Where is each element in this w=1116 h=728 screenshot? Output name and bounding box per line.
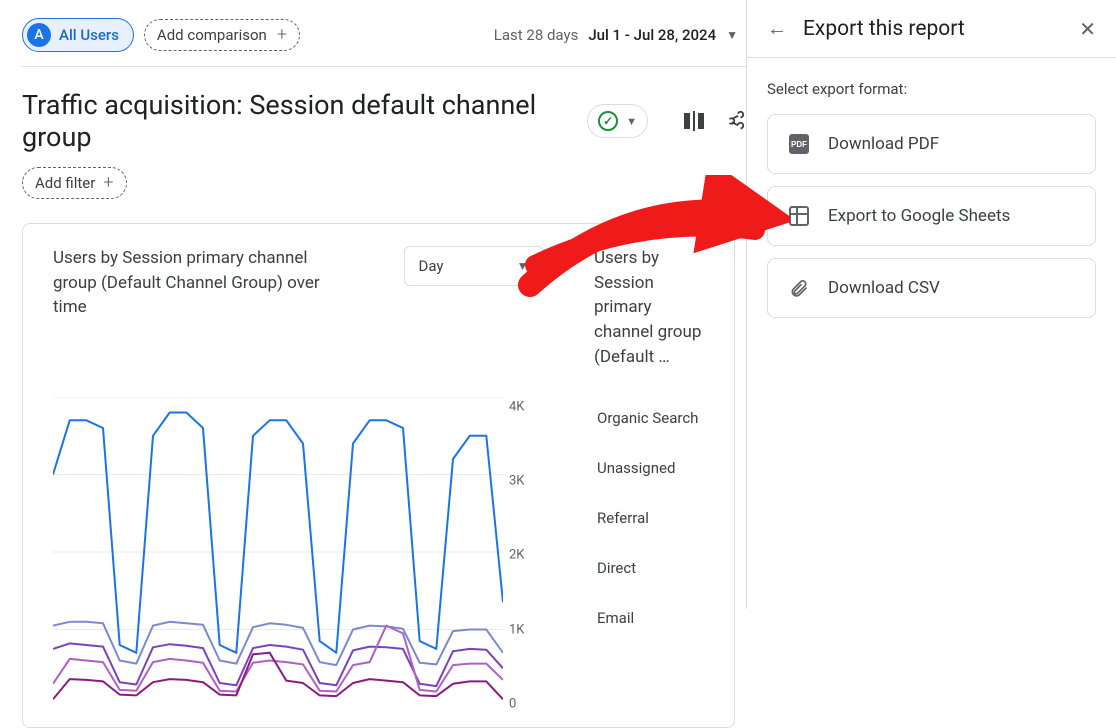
legend-item[interactable]: Direct (597, 559, 714, 577)
legend-item[interactable]: Email (597, 609, 714, 627)
panel-title: Export this report (803, 17, 1063, 41)
y-tick: 4K (509, 399, 524, 414)
report-title-row: Traffic acquisition: Session default cha… (22, 89, 746, 153)
back-arrow-icon[interactable]: ← (767, 16, 787, 41)
report-status-pill[interactable]: ✓ ▼ (587, 104, 648, 138)
top-toolbar: A All Users Add comparison + Last 28 day… (22, 18, 746, 67)
y-tick: 2K (509, 548, 524, 563)
export-option-sheets[interactable]: Export to Google Sheets (767, 186, 1096, 246)
date-range-picker[interactable]: Last 28 days Jul 1 - Jul 28, 2024 ▼ (494, 26, 738, 44)
export-option-label: Download CSV (828, 278, 940, 298)
export-option-label: Export to Google Sheets (828, 206, 1010, 226)
line-chart (53, 397, 503, 707)
add-comparison-label: Add comparison (157, 26, 267, 44)
chart-title-right: Users by Session primary channel group (… (594, 246, 714, 369)
dropdown-value: Day (419, 257, 444, 275)
granularity-dropdown[interactable]: Day ▼ (404, 246, 544, 286)
chevron-down-icon: ▼ (726, 28, 738, 42)
chart-card: Users by Session primary channel group (… (22, 223, 735, 728)
report-title: Traffic acquisition: Session default cha… (22, 89, 575, 153)
date-range-text: Jul 1 - Jul 28, 2024 (588, 26, 716, 44)
y-axis: 4K 3K 2K 1K 0 (503, 397, 553, 707)
legend-item[interactable]: Organic Search (597, 409, 714, 427)
compare-icon[interactable] (684, 111, 710, 131)
plus-icon: + (277, 26, 287, 44)
add-filter-label: Add filter (35, 174, 95, 192)
legend-item[interactable]: Unassigned (597, 459, 714, 477)
check-circle-icon: ✓ (598, 111, 618, 131)
export-panel: ← Export this report ✕ Select export for… (746, 0, 1116, 609)
audience-avatar: A (27, 23, 51, 47)
pdf-icon: PDF (788, 133, 810, 155)
chevron-down-icon: ▼ (517, 259, 529, 273)
legend-item[interactable]: Referral (597, 509, 714, 527)
share-icon[interactable] (724, 110, 746, 132)
export-option-pdf[interactable]: PDF Download PDF (767, 114, 1096, 174)
y-tick: 1K (509, 622, 524, 637)
svg-text:PDF: PDF (791, 140, 807, 149)
add-comparison-button[interactable]: Add comparison + (144, 19, 300, 51)
close-icon[interactable]: ✕ (1079, 17, 1096, 41)
audience-chip[interactable]: A All Users (22, 18, 134, 52)
y-tick: 3K (509, 473, 524, 488)
export-option-csv[interactable]: Download CSV (767, 258, 1096, 318)
audience-label: All Users (59, 26, 119, 44)
add-filter-button[interactable]: Add filter + (22, 167, 127, 199)
sheets-icon (788, 205, 810, 227)
y-tick: 0 (509, 697, 516, 712)
chart-title-left: Users by Session primary channel group (… (53, 246, 353, 320)
plus-icon: + (103, 174, 113, 192)
chart-legend: Organic Search Unassigned Referral Direc… (553, 397, 714, 707)
export-option-label: Download PDF (828, 134, 939, 154)
chevron-down-icon: ▼ (626, 115, 637, 128)
period-label: Last 28 days (494, 26, 579, 44)
title-actions (684, 110, 746, 132)
attachment-icon (788, 277, 810, 299)
panel-subtitle: Select export format: (767, 80, 1096, 98)
